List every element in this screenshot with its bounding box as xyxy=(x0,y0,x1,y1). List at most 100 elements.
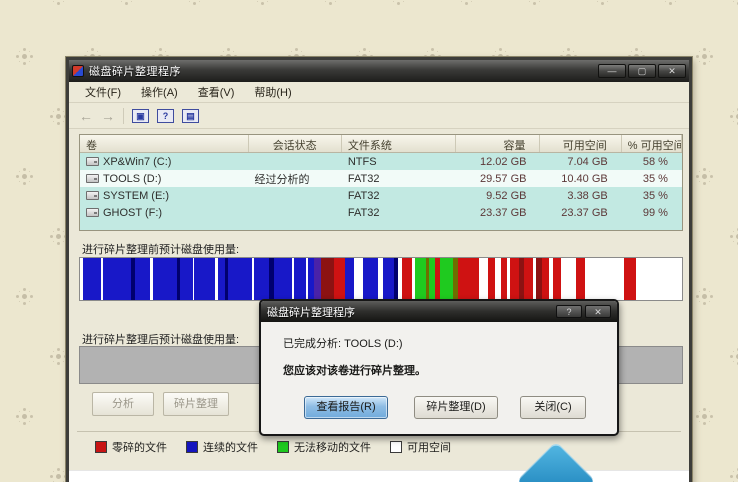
close-dialog-button[interactable]: 关闭(C) xyxy=(520,396,586,419)
capacity-cell: 29.57 GB xyxy=(456,173,540,185)
legend-label: 可用空间 xyxy=(407,439,451,455)
legend-swatch xyxy=(95,441,107,453)
help-icon[interactable]: ? xyxy=(157,109,174,123)
wallpaper-motif xyxy=(702,414,707,419)
usage-segment xyxy=(354,258,363,300)
usage-segment xyxy=(274,258,292,300)
column-header[interactable]: 文件系统 xyxy=(342,135,456,152)
table-row[interactable]: GHOST (F:)FAT3223.37 GB23.37 GB99 % xyxy=(80,204,682,221)
maximize-button[interactable]: ▢ xyxy=(628,64,656,78)
export-list-icon[interactable]: ▤ xyxy=(182,109,199,123)
session-status-cell: 经过分析的 xyxy=(249,171,342,187)
analyze-button[interactable]: 分析 xyxy=(92,392,154,416)
usage-segment xyxy=(510,258,519,300)
dialog-body: 已完成分析: TOOLS (D:) 您应该对该卷进行碎片整理。 查看报告(R) 碎… xyxy=(261,322,617,432)
table-row[interactable]: SYSTEM (E:)FAT329.52 GB3.38 GB35 % xyxy=(80,187,682,204)
drive-icon xyxy=(86,157,99,166)
capacity-cell: 23.37 GB xyxy=(456,207,540,219)
usage-segment xyxy=(153,258,177,300)
view-report-button[interactable]: 查看报告(R) xyxy=(304,396,388,419)
minimize-button[interactable]: — xyxy=(598,64,626,78)
menu-item[interactable]: 查看(V) xyxy=(188,81,245,103)
window-titlebar: 磁盘碎片整理程序 — ▢ ✕ xyxy=(69,60,689,82)
usage-segment xyxy=(402,258,412,300)
wallpaper-motif xyxy=(702,294,707,299)
back-icon[interactable]: ← xyxy=(79,109,93,123)
file-system-cell: NTFS xyxy=(342,156,456,168)
wallpaper-motif xyxy=(22,294,27,299)
wallpaper-motif xyxy=(56,474,61,479)
legend-item: 连续的文件 xyxy=(186,439,258,455)
menu-item[interactable]: 帮助(H) xyxy=(244,81,301,103)
column-header[interactable]: 会话状态 xyxy=(249,135,342,152)
wallpaper-motif xyxy=(22,174,27,179)
drive-icon xyxy=(86,208,99,217)
wallpaper-motif xyxy=(22,54,27,59)
defragment-button[interactable]: 碎片整理 xyxy=(163,392,229,416)
usage-segment xyxy=(334,258,345,300)
column-header[interactable]: 容量 xyxy=(456,135,540,152)
usage-segment xyxy=(314,258,321,300)
legend-label: 连续的文件 xyxy=(203,439,258,455)
usage-segment xyxy=(363,258,378,300)
column-header[interactable]: 卷 xyxy=(80,135,249,152)
free-space-cell: 23.37 GB xyxy=(540,207,621,219)
dialog-close-button[interactable]: ✕ xyxy=(585,305,611,318)
file-system-cell: FAT32 xyxy=(342,190,456,202)
table-row[interactable]: TOOLS (D:)经过分析的FAT3229.57 GB10.40 GB35 % xyxy=(80,170,682,187)
usage-segment xyxy=(415,258,426,300)
free-space-cell: 10.40 GB xyxy=(540,173,621,185)
usage-segment xyxy=(636,258,682,300)
console-window-icon[interactable]: ▣ xyxy=(132,109,149,123)
defrag-dialog: 磁盘碎片整理程序 ? ✕ 已完成分析: TOOLS (D:) 您应该对该卷进行碎… xyxy=(259,299,619,436)
volume-name-cell: XP&Win7 (C:) xyxy=(80,156,249,168)
wallpaper-motif xyxy=(702,54,707,59)
capacity-cell: 12.02 GB xyxy=(456,156,540,168)
usage-segment xyxy=(585,258,624,300)
usage-segment xyxy=(180,258,192,300)
legend-label: 无法移动的文件 xyxy=(294,439,371,455)
free-percent-cell: 35 % xyxy=(622,190,682,202)
dialog-analysis-complete-text: 已完成分析: TOOLS (D:) xyxy=(283,335,617,351)
forward-icon[interactable]: → xyxy=(101,109,115,123)
dialog-recommendation-text: 您应该对该卷进行碎片整理。 xyxy=(283,362,617,378)
usage-segment xyxy=(383,258,394,300)
volume-name-cell: GHOST (F:) xyxy=(80,207,249,219)
file-system-cell: FAT32 xyxy=(342,207,456,219)
legend-item: 可用空间 xyxy=(390,439,451,455)
wallpaper-motif xyxy=(56,234,61,239)
dialog-help-button[interactable]: ? xyxy=(556,305,582,318)
dialog-title: 磁盘碎片整理程序 xyxy=(267,304,553,320)
usage-segment xyxy=(524,258,533,300)
before-usage-label: 进行碎片整理前预计磁盘使用量: xyxy=(82,241,239,257)
usage-segment xyxy=(345,258,354,300)
wallpaper-motif xyxy=(56,354,61,359)
wallpaper-motif xyxy=(702,174,707,179)
usage-segment xyxy=(440,258,453,300)
usage-segment xyxy=(458,258,479,300)
usage-segment xyxy=(479,258,488,300)
usage-segment xyxy=(561,258,576,300)
column-header[interactable]: % 可用空间 xyxy=(622,135,682,152)
wallpaper-motif xyxy=(22,414,27,419)
volume-name: XP&Win7 (C:) xyxy=(103,156,171,168)
table-row[interactable]: XP&Win7 (C:)NTFS12.02 GB7.04 GB58 % xyxy=(80,153,682,170)
bottom-strip xyxy=(69,470,689,482)
volume-name: GHOST (F:) xyxy=(103,207,162,219)
menu-item[interactable]: 文件(F) xyxy=(75,81,131,103)
volume-table: 卷会话状态文件系统容量可用空间% 可用空间 XP&Win7 (C:) NTFS12… xyxy=(79,134,683,231)
usage-segment xyxy=(194,258,215,300)
free-percent-cell: 58 % xyxy=(622,156,682,168)
toolbar-separator xyxy=(123,108,124,124)
toolbar: ← → ▣ ? ▤ xyxy=(69,103,689,129)
menu-item[interactable]: 操作(A) xyxy=(131,81,188,103)
table-header: 卷会话状态文件系统容量可用空间% 可用空间 xyxy=(80,135,682,153)
column-header[interactable]: 可用空间 xyxy=(540,135,621,152)
drive-icon xyxy=(86,191,99,200)
defragment-dialog-button[interactable]: 碎片整理(D) xyxy=(414,396,498,419)
usage-segment xyxy=(542,258,549,300)
legend-label: 零碎的文件 xyxy=(112,439,167,455)
close-button[interactable]: ✕ xyxy=(658,64,686,78)
usage-segment xyxy=(254,258,269,300)
file-system-cell: FAT32 xyxy=(342,173,456,185)
